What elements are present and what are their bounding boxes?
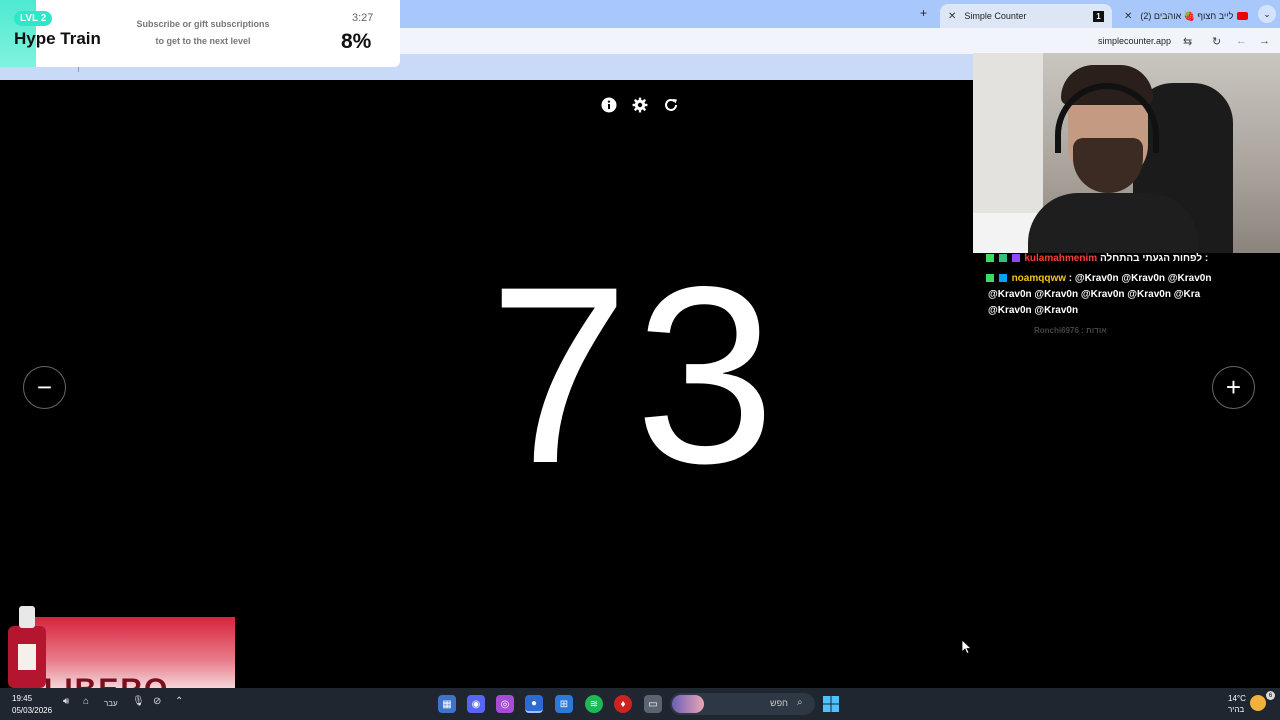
- clock-date: 05/03/2026: [12, 706, 53, 715]
- perfume-bottle-image: [8, 606, 46, 688]
- webcam-feed: [973, 53, 1280, 253]
- chat-message: noamqqww : @Krav0n @Krav0n @Krav0n: [986, 273, 1211, 284]
- tab-title: Simple Counter: [964, 11, 1027, 21]
- chat-username: kulamahmenim: [1024, 253, 1098, 264]
- volume-icon[interactable]: 🔊︎: [63, 696, 69, 707]
- hype-train-subtitle-line2: to get to the next level: [155, 36, 251, 46]
- cam-shirt: [1028, 193, 1198, 253]
- minus-icon: −: [36, 372, 53, 402]
- bottle-label: [18, 644, 36, 670]
- notification-badge[interactable]: 6: [1266, 691, 1275, 700]
- perfume-ad-banner: LIBERO: [30, 617, 235, 688]
- network-icon[interactable]: ⌂: [83, 696, 89, 707]
- windows-logo-icon: [823, 696, 839, 712]
- chat-message: kulamahmenim לפחות הגעתי בהתחלה :: [986, 253, 1208, 264]
- counter-value: 73: [488, 235, 782, 516]
- taskbar-clock[interactable]: 19:45 05/03/2026: [12, 693, 52, 717]
- apps-grid-icon[interactable]: ⊞: [555, 695, 573, 713]
- hype-train-title: Hype Train: [14, 29, 101, 48]
- search-placeholder: חפש: [770, 698, 788, 708]
- discord-app-icon[interactable]: ◉: [467, 695, 485, 713]
- badge-icon: [986, 254, 994, 263]
- bottle-cap: [19, 606, 35, 628]
- windows-start-icon[interactable]: [822, 695, 840, 713]
- tab-title: (2) לייב חצוף 🍓 אוהבים: [1140, 10, 1234, 21]
- close-tab-icon[interactable]: ✕: [948, 11, 956, 22]
- file-explorer-icon[interactable]: ▭: [644, 695, 662, 713]
- decrement-button[interactable]: −: [23, 366, 66, 409]
- chevron-up-icon[interactable]: ⌃: [175, 696, 183, 707]
- new-tab-button[interactable]: +: [920, 6, 927, 20]
- youtube-favicon: [1237, 12, 1248, 20]
- chat-username: noamqqww: [1011, 273, 1067, 284]
- reload-icon[interactable]: ↻: [1212, 35, 1221, 48]
- hype-train-level-badge: LVL 2: [14, 11, 53, 26]
- microphone-icon[interactable]: 🎙︎: [132, 696, 145, 707]
- back-icon[interactable]: →: [1259, 35, 1270, 47]
- ad-brand-text: LIBERO: [44, 673, 169, 688]
- chrome-app-icon[interactable]: ●: [525, 695, 543, 713]
- weather-condition: בהיר: [1228, 705, 1245, 714]
- close-tab-icon[interactable]: ✕: [1124, 11, 1132, 22]
- chat-message-continued: @Krav0n @Krav0n: [988, 305, 1079, 316]
- badge-icon: [998, 274, 1007, 283]
- chat-message-faded: Ronchi6976 : אודות: [1034, 326, 1107, 335]
- hype-train-subtitle: Subscribe or gift subscriptions to get t…: [128, 16, 278, 50]
- screen: + ✕ Simple Counter 1 ✕ (2) לייב חצוף 🍓 א…: [0, 0, 1280, 720]
- calculator-app-icon[interactable]: ▦: [438, 695, 456, 713]
- search-icon: ⌕: [797, 697, 803, 708]
- simple-counter-app: 73 − +: [0, 80, 1255, 688]
- camera-off-icon[interactable]: ⊘: [153, 696, 161, 707]
- tab-search-button[interactable]: ⌄: [1258, 5, 1276, 23]
- weather-widget[interactable]: 14°C בהיר: [1228, 693, 1246, 715]
- chat-message-continued: @Krav0n @Krav0n @Krav0n @Krav0n @Kra: [988, 289, 1201, 300]
- chat-text: : @Krav0n @Krav0n @Krav0n: [1068, 273, 1212, 284]
- url-field[interactable]: simplecounter.app: [1098, 36, 1171, 46]
- badge-icon: [986, 274, 994, 283]
- temperature: 14°C: [1228, 694, 1246, 703]
- plus-icon: +: [1225, 372, 1242, 402]
- info-icon[interactable]: [601, 97, 617, 113]
- clock-time: 19:45: [12, 694, 33, 703]
- badge-icon: [1011, 254, 1020, 263]
- taskbar-search[interactable]: חפש ⌕: [670, 693, 815, 715]
- hype-train-subtitle-line1: Subscribe or gift subscriptions: [136, 19, 270, 29]
- increment-button[interactable]: +: [1212, 366, 1255, 409]
- simple-counter-favicon: 1: [1093, 10, 1104, 22]
- hype-train-timer: 3:27: [352, 12, 374, 24]
- moon-weather-icon: [1250, 695, 1266, 711]
- hype-train-percent: 8%: [341, 30, 372, 53]
- site-settings-icon[interactable]: ⇆: [1183, 35, 1192, 48]
- taskbar: 19:45 05/03/2026 🔊︎ ⌂ עבר 🎙︎ ⊘ ⌃ ▦ ◉ ◎ ●…: [0, 688, 1280, 720]
- spotify-app-icon[interactable]: ≋: [585, 695, 603, 713]
- mouse-cursor-icon: [962, 640, 972, 654]
- forward-icon[interactable]: ←: [1236, 35, 1247, 47]
- podcast-app-icon[interactable]: ◎: [496, 695, 514, 713]
- settings-icon[interactable]: [632, 97, 648, 113]
- chat-text: לפחות הגעתי בהתחלה :: [1099, 253, 1209, 264]
- hype-train-widget: LVL 2 Hype Train Subscribe or gift subsc…: [0, 0, 400, 67]
- reset-icon[interactable]: [663, 97, 679, 113]
- tab-simple-counter[interactable]: ✕ Simple Counter 1: [940, 4, 1112, 28]
- tab-youtube-live[interactable]: ✕ (2) לייב חצוף 🍓 אוהבים: [1118, 4, 1254, 28]
- search-highlight-image: [672, 695, 704, 713]
- language-indicator[interactable]: עבר: [104, 699, 118, 708]
- app-icon[interactable]: ♦: [614, 695, 632, 713]
- badge-icon: [998, 254, 1007, 263]
